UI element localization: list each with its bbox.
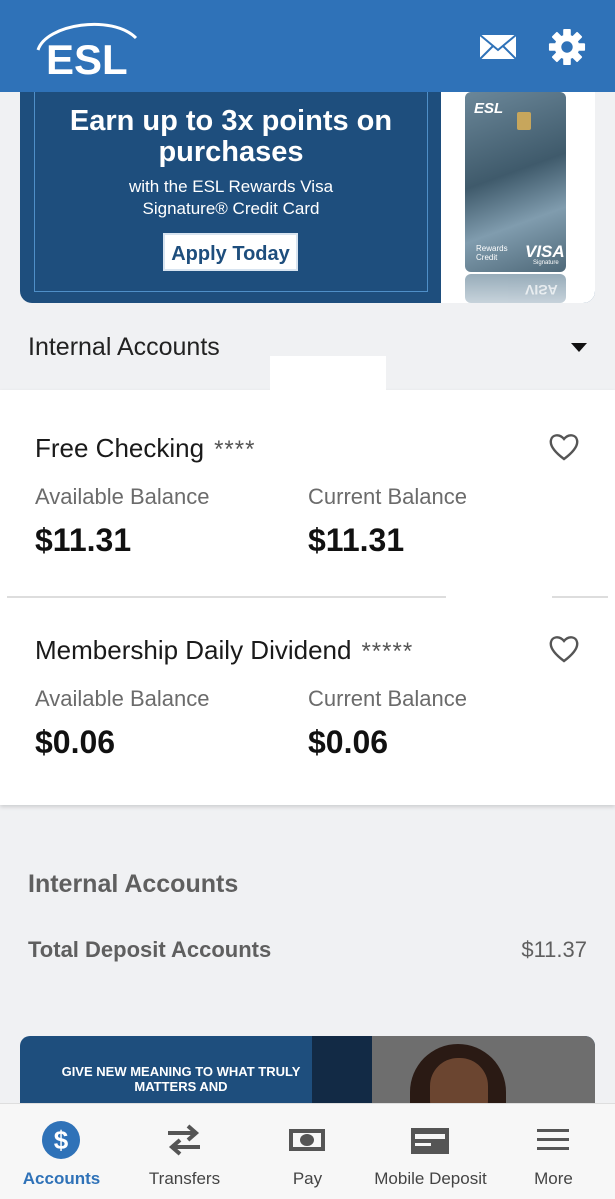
cash-icon bbox=[289, 1129, 325, 1151]
nav-label: More bbox=[534, 1169, 573, 1188]
card-reflection-network: VISA bbox=[525, 282, 558, 298]
svg-text:$: $ bbox=[54, 1125, 69, 1155]
promo-sub-line2: Signature® Credit Card bbox=[142, 199, 320, 218]
gear-icon[interactable] bbox=[547, 28, 587, 66]
total-deposit-accounts-label: Total Deposit Accounts bbox=[28, 937, 272, 962]
visa-card: ESL Rewards Credit VISA Signature bbox=[465, 92, 566, 272]
apply-today-button[interactable]: Apply Today bbox=[163, 233, 298, 271]
promo-headline: Earn up to 3x points on purchases bbox=[69, 105, 393, 168]
account-name-text: Membership Daily Dividend bbox=[35, 635, 352, 665]
app-header: ESL bbox=[0, 0, 615, 92]
rewards-promo-banner[interactable]: Earn up to 3x points on purchases with t… bbox=[20, 92, 595, 303]
card-chip-icon bbox=[517, 112, 531, 130]
nav-transfers[interactable]: Transfers bbox=[123, 1104, 246, 1199]
available-balance-value: $11.31 bbox=[35, 522, 132, 558]
esl-logo: ESL bbox=[32, 16, 142, 83]
current-balance-value: $0.06 bbox=[308, 724, 389, 760]
transfer-arrows-icon bbox=[168, 1124, 200, 1156]
redaction-patch bbox=[270, 356, 386, 472]
account-card-membership-daily-dividend[interactable]: Membership Daily Dividend ***** Available… bbox=[0, 592, 615, 804]
promo-subtitle: with the ESL Rewards Visa Signature® Cre… bbox=[20, 176, 442, 220]
card-product: Rewards Credit bbox=[476, 244, 508, 262]
nav-label: Pay bbox=[292, 1169, 323, 1188]
summary-title: Internal Accounts bbox=[28, 870, 239, 898]
nav-mobile-deposit[interactable]: Mobile Deposit bbox=[369, 1104, 492, 1199]
current-balance-label: Current Balance bbox=[308, 484, 467, 509]
current-balance-value: $11.31 bbox=[308, 522, 405, 558]
promo-sub-line1: with the ESL Rewards Visa bbox=[128, 177, 334, 196]
menu-icon bbox=[537, 1129, 569, 1150]
card-reflection: VISA bbox=[465, 274, 566, 303]
dollar-circle-icon: $ bbox=[42, 1121, 80, 1159]
redaction-patch bbox=[446, 592, 552, 666]
account-name-text: Free Checking bbox=[35, 433, 205, 463]
account-name: Free Checking **** bbox=[35, 433, 255, 464]
nav-accounts[interactable]: $ Accounts bbox=[0, 1104, 123, 1199]
card-issuer: ESL bbox=[474, 100, 504, 117]
favorite-heart-icon[interactable] bbox=[548, 634, 580, 664]
card-tier: Signature bbox=[533, 260, 559, 266]
bottom-nav: $ Accounts Transfers Pay Mobile Deposit bbox=[0, 1103, 615, 1199]
nav-more[interactable]: More bbox=[492, 1104, 615, 1199]
check-deposit-icon bbox=[411, 1128, 449, 1154]
account-number-mask: **** bbox=[214, 436, 256, 463]
nav-pay[interactable]: Pay bbox=[246, 1104, 369, 1199]
account-card-free-checking[interactable]: Free Checking **** Available Balance $11.… bbox=[0, 356, 615, 596]
internal-accounts-dropdown-label[interactable]: Internal Accounts bbox=[28, 333, 220, 362]
nav-label: Accounts bbox=[22, 1169, 101, 1188]
available-balance-label: Available Balance bbox=[35, 484, 210, 509]
caret-down-icon[interactable] bbox=[571, 343, 587, 352]
account-name: Membership Daily Dividend ***** bbox=[35, 635, 413, 666]
available-balance-label: Available Balance bbox=[35, 686, 210, 711]
favorite-heart-icon[interactable] bbox=[548, 432, 580, 462]
available-balance-value: $0.06 bbox=[35, 724, 116, 760]
total-deposit-accounts-value: $11.37 bbox=[521, 937, 587, 962]
mail-icon[interactable] bbox=[478, 28, 518, 66]
nav-label: Mobile Deposit bbox=[374, 1169, 487, 1188]
credit-card-image: ESL Rewards Credit VISA Signature VISA bbox=[441, 92, 595, 303]
accounts-list: Free Checking **** Available Balance $11.… bbox=[0, 356, 615, 805]
logo-text: ESL bbox=[46, 36, 128, 78]
current-balance-label: Current Balance bbox=[308, 686, 467, 711]
bottom-promo-text: GIVE NEW MEANING TO WHAT TRULY MATTERS A… bbox=[61, 1064, 301, 1094]
account-number-mask: ***** bbox=[361, 638, 414, 665]
nav-label: Transfers bbox=[148, 1169, 221, 1188]
card-network: VISA bbox=[525, 242, 565, 261]
